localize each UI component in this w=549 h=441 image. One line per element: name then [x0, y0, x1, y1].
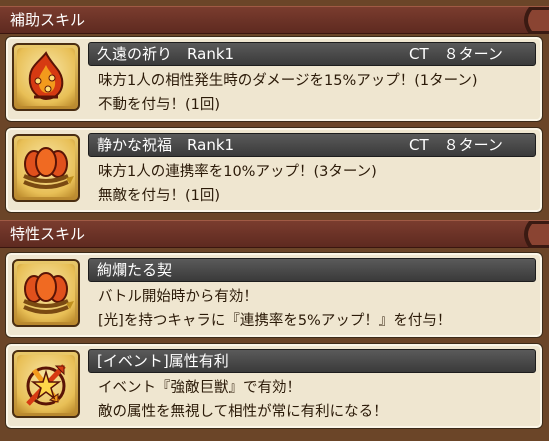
bound-flowers-icon — [23, 272, 74, 314]
section-title-trait: 特性スキル — [10, 225, 86, 243]
trait-name: 絢爛たる契 — [97, 261, 173, 279]
skill-rank: Rank1 — [187, 45, 235, 63]
trait-card[interactable]: 絢爛たる契 バトル開始時から有効！ [光]を持つキャラに『連携率を5%アップ！』… — [5, 252, 543, 338]
trait-name: [イベント]属性有利 — [97, 352, 229, 370]
skill-icon-frame — [12, 259, 80, 327]
trait-description-line: 敵の属性を無視して相性が常に有利になる！ — [98, 404, 388, 420]
section-header-support: 補助スキル — [0, 6, 549, 34]
section-header-trait: 特性スキル — [0, 220, 549, 248]
skill-card[interactable]: 久遠の祈り Rank1 CT ８ターン 味方1人の相性発生時のダメージを15%ア… — [5, 36, 543, 122]
trait-description-line: [光]を持つキャラに『連携率を5%アップ！』を付与！ — [98, 313, 452, 329]
bound-flowers-icon — [23, 147, 74, 189]
skill-name-bar: 久遠の祈り Rank1 CT ８ターン — [88, 42, 536, 66]
skill-description-line: 不動を付与！(1回) — [98, 97, 221, 113]
skill-name-bar: 静かな祝福 Rank1 CT ８ターン — [88, 133, 536, 157]
crossed-arrows-icon — [26, 364, 66, 406]
skill-description-line: 味方1人の連携率を10%アップ！(3ターン) — [98, 164, 377, 180]
skill-description-line: 無敵を付与！(1回) — [98, 188, 221, 204]
trait-card[interactable]: [イベント]属性有利 イベント『強敵巨獣』で有効！ 敵の属性を無視して相性が常に… — [5, 343, 543, 429]
skill-card[interactable]: 静かな祝福 Rank1 CT ８ターン 味方1人の連携率を10%アップ！(3ター… — [5, 127, 543, 213]
header-ornament-icon — [524, 221, 549, 248]
skill-name: 静かな祝福 Rank1 — [97, 136, 235, 154]
skill-cooldown: CT ８ターン — [409, 136, 503, 154]
section-title-support: 補助スキル — [10, 11, 86, 29]
header-ornament-icon — [524, 7, 549, 34]
skill-name: 久遠の祈り Rank1 — [97, 45, 235, 63]
trait-name-bar: 絢爛たる契 — [88, 258, 536, 282]
trait-name-bar: [イベント]属性有利 — [88, 349, 536, 373]
skill-description-line: 味方1人の相性発生時のダメージを15%アップ！(1ターン) — [98, 73, 478, 89]
trait-description-line: バトル開始時から有効！ — [98, 289, 258, 305]
skill-icon-frame — [12, 350, 80, 418]
skill-rank: Rank1 — [187, 136, 235, 154]
flame-charm-icon — [28, 51, 64, 101]
skill-icon-frame — [12, 134, 80, 202]
trait-description-line: イベント『強敵巨獣』で有効！ — [98, 380, 301, 396]
skill-cooldown: CT ８ターン — [409, 45, 503, 63]
skill-icon-frame — [12, 43, 80, 111]
skill-panel: 補助スキル 久遠の祈り Rank1 CT ８ターン 味方1人の相性発生時のダメー… — [0, 0, 549, 441]
